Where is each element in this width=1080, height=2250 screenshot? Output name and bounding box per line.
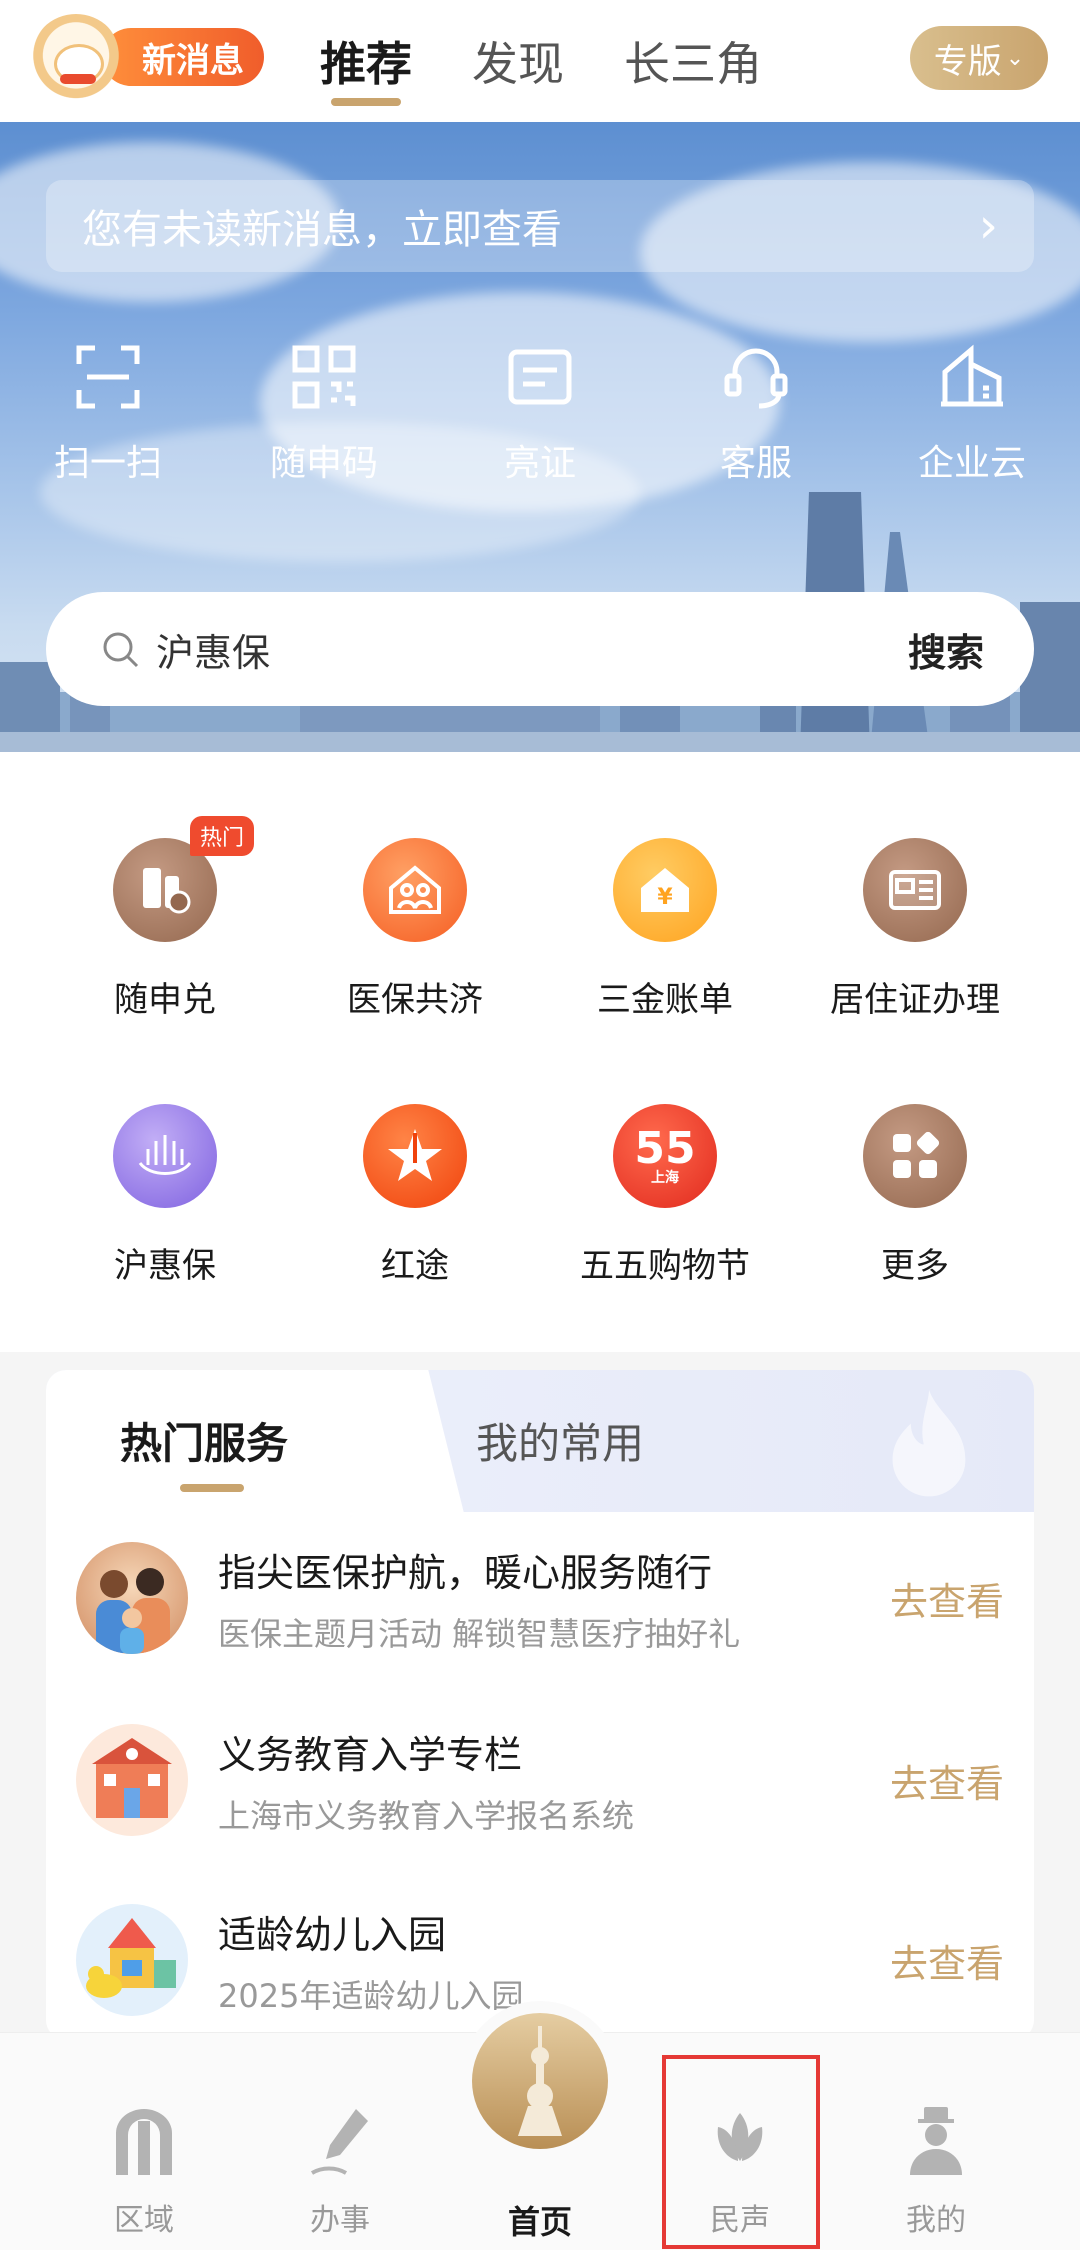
- search-icon: [103, 632, 139, 668]
- list-item[interactable]: 义务教育入学专栏 上海市义务教育入学报名系统 去查看: [46, 1700, 1034, 1860]
- service-item-residence-permit[interactable]: 居住证办理: [790, 838, 1040, 1021]
- arch-gate-icon: [116, 2109, 172, 2175]
- residence-permit-icon: [863, 838, 967, 942]
- customer-service-icon: [724, 348, 788, 409]
- search-bar[interactable]: 沪惠保 搜索: [46, 592, 1034, 706]
- service-label: 随申兑: [114, 980, 216, 1020]
- quick-action-label: 随申码: [269, 443, 378, 484]
- nav-label-home: 首页: [507, 2203, 573, 2241]
- bottom-navigation: 区域 办事 首页 民声 我的: [0, 2013, 1080, 2250]
- quick-action-support[interactable]: 客服: [648, 342, 864, 502]
- service-item-three-funds-bill[interactable]: ¥ 三金账单: [540, 838, 790, 1021]
- qr-code-icon: [292, 345, 356, 409]
- nav-label: 我的: [906, 2203, 966, 2238]
- service-subtitle: 医保主题月活动 解锁智慧医疗抽好礼: [218, 1614, 741, 1653]
- tab-my-frequent[interactable]: 我的常用: [476, 1410, 644, 1471]
- view-link[interactable]: 去查看: [890, 1933, 1004, 1988]
- notice-text: 您有未读新消息，立即查看: [82, 207, 562, 253]
- nav-item-region[interactable]: 区域: [44, 2033, 244, 2250]
- festival-badge-number: 55: [634, 1123, 696, 1174]
- service-title: 指尖医保护航，暖心服务随行: [218, 1550, 713, 1595]
- quick-action-label: 扫一扫: [53, 443, 162, 484]
- service-item-more[interactable]: 更多: [790, 1104, 1040, 1287]
- quick-action-label: 客服: [719, 443, 792, 484]
- edition-button[interactable]: 专版 ⌄: [910, 26, 1048, 90]
- quick-actions: 扫一扫 随申码 亮证 客服 企业云: [0, 342, 1080, 502]
- service-subtitle: 上海市义务教育入学报名系统: [218, 1796, 635, 1835]
- services-card-tabs: 热门服务 我的常用: [46, 1370, 1034, 1512]
- shopping-festival-icon: 55 上海: [613, 1104, 717, 1208]
- quick-action-scan[interactable]: 扫一扫: [0, 342, 216, 502]
- service-label: 更多: [881, 1246, 949, 1286]
- pen-icon: [310, 2109, 368, 2175]
- tab-recommend[interactable]: 推荐: [320, 0, 412, 122]
- family-house-icon: [363, 838, 467, 942]
- tab-yangtze-delta[interactable]: 长三角: [624, 0, 762, 122]
- id-card-icon: [508, 349, 572, 405]
- fire-decoration-icon: [892, 1389, 966, 1497]
- school-building-thumbnail: [76, 1724, 188, 1836]
- quick-action-label: 亮证: [503, 443, 576, 484]
- search-button[interactable]: 搜索: [908, 622, 984, 677]
- nav-item-me[interactable]: 我的: [836, 2033, 1036, 2250]
- services-card: 热门服务 我的常用 指尖医保护航，暖心服务随行 医保主题月活动 解锁智慧医疗抽好…: [46, 1370, 1034, 2040]
- search-input[interactable]: 沪惠保: [156, 622, 908, 677]
- top-tabs: 推荐 发现 长三角: [320, 0, 762, 122]
- unread-notice-bar[interactable]: 您有未读新消息，立即查看 ›: [46, 180, 1034, 272]
- scan-icon: [76, 345, 140, 409]
- service-label: 居住证办理: [830, 980, 1000, 1020]
- lotus-icon: [113, 1104, 217, 1208]
- nav-item-home[interactable]: [472, 2013, 608, 2149]
- view-link[interactable]: 去查看: [890, 1571, 1004, 1626]
- tab-discover[interactable]: 发现: [472, 0, 564, 122]
- service-label: 三金账单: [597, 980, 733, 1020]
- tab-hot-services[interactable]: 热门服务: [120, 1410, 288, 1492]
- highlight-annotation-box: [662, 2055, 820, 2249]
- quick-action-qr[interactable]: 随申码: [216, 342, 432, 502]
- mascot-avatar-icon: [30, 14, 122, 106]
- nav-label: 办事: [310, 2203, 370, 2238]
- new-message-button[interactable]: 新消息: [30, 14, 264, 106]
- list-item[interactable]: 指尖医保护航，暖心服务随行 医保主题月活动 解锁智慧医疗抽好礼 去查看: [46, 1518, 1034, 1678]
- chevron-right-icon: ›: [978, 198, 998, 254]
- service-title: 适龄幼儿入园: [218, 1912, 447, 1957]
- building-icon: [941, 344, 1003, 407]
- service-title: 义务教育入学专栏: [218, 1732, 523, 1777]
- service-label: 红途: [381, 1246, 449, 1286]
- service-label: 医保共济: [347, 980, 483, 1020]
- nav-label: 区域: [114, 2203, 174, 2238]
- toy-blocks-thumbnail: [76, 1904, 188, 2016]
- quick-action-enterprise-cloud[interactable]: 企业云: [864, 342, 1080, 502]
- new-message-badge: 新消息: [102, 28, 264, 86]
- oriental-pearl-tower-icon: [518, 2026, 562, 2136]
- chevron-down-icon: ⌄: [1005, 45, 1025, 71]
- service-subtitle: 2025年适龄幼儿入园: [218, 1976, 524, 2015]
- service-item-hongtu[interactable]: 红途: [290, 1104, 540, 1287]
- view-link[interactable]: 去查看: [890, 1753, 1004, 1808]
- service-label: 沪惠保: [114, 1246, 216, 1286]
- festival-badge-sub: 上海: [651, 1170, 679, 1186]
- nav-item-services[interactable]: 办事: [240, 2033, 440, 2250]
- yuan-house-icon: ¥: [613, 838, 717, 942]
- service-item-shopping-festival[interactable]: 55 上海 五五购物节: [540, 1104, 790, 1287]
- service-item-suishendui[interactable]: 热门 随申兑: [40, 816, 290, 1021]
- edition-label: 专版: [933, 41, 1002, 82]
- top-header: 新消息 推荐 发现 长三角 专版 ⌄: [0, 0, 1080, 122]
- hot-tag-badge: 热门: [190, 816, 255, 856]
- grid-more-icon: [863, 1104, 967, 1208]
- person-hat-icon: [910, 2107, 962, 2175]
- svg-text:¥: ¥: [657, 885, 673, 910]
- quick-action-label: 企业云: [917, 443, 1026, 484]
- service-item-medical-insurance-share[interactable]: 医保共济: [290, 838, 540, 1021]
- quick-action-show-id[interactable]: 亮证: [432, 342, 648, 502]
- hero-banner: 您有未读新消息，立即查看 › 扫一扫 随申码 亮证 客服 企业云 沪惠保 搜索: [0, 122, 1080, 752]
- service-label: 五五购物节: [580, 1246, 750, 1286]
- family-avatar-thumbnail: [76, 1542, 188, 1654]
- service-grid: 热门 随申兑 医保共济 ¥ 三金账单 居住证办理 沪惠保 红途 55 上海 五五…: [0, 752, 1080, 1352]
- service-item-huhuibao[interactable]: 沪惠保: [40, 1104, 290, 1287]
- star-tower-icon: [363, 1104, 467, 1208]
